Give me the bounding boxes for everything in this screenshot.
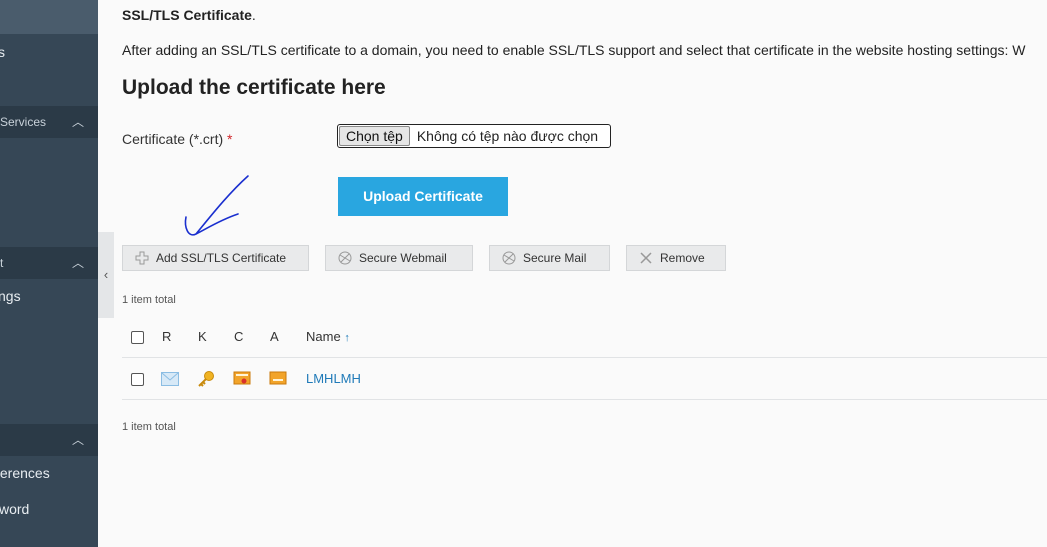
sidebar-item-1[interactable]: s: [0, 44, 5, 60]
certificate-name-link[interactable]: LMHLMH: [306, 371, 361, 386]
ca-certificate-icon: [269, 371, 287, 385]
column-header-k[interactable]: K: [198, 329, 207, 344]
sidebar-header: [0, 0, 98, 34]
sidebar-section-3[interactable]: ︿: [0, 424, 98, 456]
choose-file-button[interactable]: Chọn tệp: [339, 126, 410, 146]
key-icon: [198, 371, 214, 387]
certificate-label-text: Certificate (*.crt): [122, 131, 224, 147]
sidebar-section-2[interactable]: t ︿: [0, 247, 98, 279]
add-certificate-label: Add SSL/TLS Certificate: [156, 251, 287, 265]
table-header-divider: [122, 357, 1047, 358]
table-row-divider: [122, 399, 1047, 400]
close-icon: [639, 251, 653, 265]
arrow-up-icon: ↑: [344, 332, 350, 344]
certificate-label: Certificate (*.crt) *: [122, 131, 232, 147]
intro-after-text: After adding an SSL/TLS certificate to a…: [122, 42, 1026, 58]
column-header-a[interactable]: A: [270, 329, 279, 344]
secure-mail-button[interactable]: Secure Mail: [489, 245, 610, 271]
intro-cert-bold: SSL/TLS Certificate: [122, 7, 252, 23]
remove-button[interactable]: Remove: [626, 245, 726, 271]
page-title: Upload the certificate here: [122, 76, 386, 99]
sidebar-collapse-toggle[interactable]: ‹: [98, 232, 114, 318]
sidebar-section-label: Services: [0, 115, 47, 129]
sidebar-section-label: t: [0, 256, 4, 270]
add-certificate-button[interactable]: Add SSL/TLS Certificate: [122, 245, 309, 271]
secure-webmail-label: Secure Webmail: [359, 251, 447, 265]
item-count-bottom: 1 item total: [122, 421, 176, 433]
annotation-checkmark: [184, 175, 249, 236]
row-checkbox[interactable]: [131, 373, 144, 386]
sidebar-item-settings[interactable]: ngs: [0, 288, 21, 304]
intro-cert-tail: .: [251, 7, 256, 23]
plus-icon: [135, 251, 149, 265]
column-header-name-label: Name: [306, 329, 341, 344]
globe-icon: [502, 251, 516, 265]
sidebar-item-password[interactable]: word: [0, 501, 29, 517]
sidebar-section-services[interactable]: Services ︿: [0, 106, 98, 138]
chevron-up-icon[interactable]: ︿: [72, 431, 84, 448]
certificate-icon: [233, 371, 251, 385]
required-mark: *: [227, 131, 233, 147]
column-header-c[interactable]: C: [234, 329, 243, 344]
file-status-text: Không có tệp nào được chọn: [416, 128, 599, 144]
mail-icon: [161, 372, 179, 386]
intro-cert-line: SSL/TLS Certificate.: [122, 7, 256, 23]
column-header-r[interactable]: R: [162, 329, 171, 344]
remove-label: Remove: [660, 251, 705, 265]
column-header-name[interactable]: Name ↑: [306, 329, 350, 344]
select-all-checkbox[interactable]: [131, 331, 144, 344]
certificate-file-input[interactable]: Chọn tệp Không có tệp nào được chọn: [337, 124, 611, 148]
sidebar-item-preferences[interactable]: ferences: [0, 465, 50, 481]
sidebar: s Services ︿ t ︿ ngs ︿ ferences word: [0, 0, 98, 547]
chevron-up-icon[interactable]: ︿: [72, 254, 84, 271]
upload-certificate-button[interactable]: Upload Certificate: [338, 177, 508, 216]
chevron-up-icon[interactable]: ︿: [72, 113, 84, 130]
secure-webmail-button[interactable]: Secure Webmail: [325, 245, 473, 271]
secure-mail-label: Secure Mail: [523, 251, 587, 265]
chevron-left-icon: ‹: [103, 267, 109, 282]
globe-icon: [338, 251, 352, 265]
item-count-top: 1 item total: [122, 294, 176, 306]
